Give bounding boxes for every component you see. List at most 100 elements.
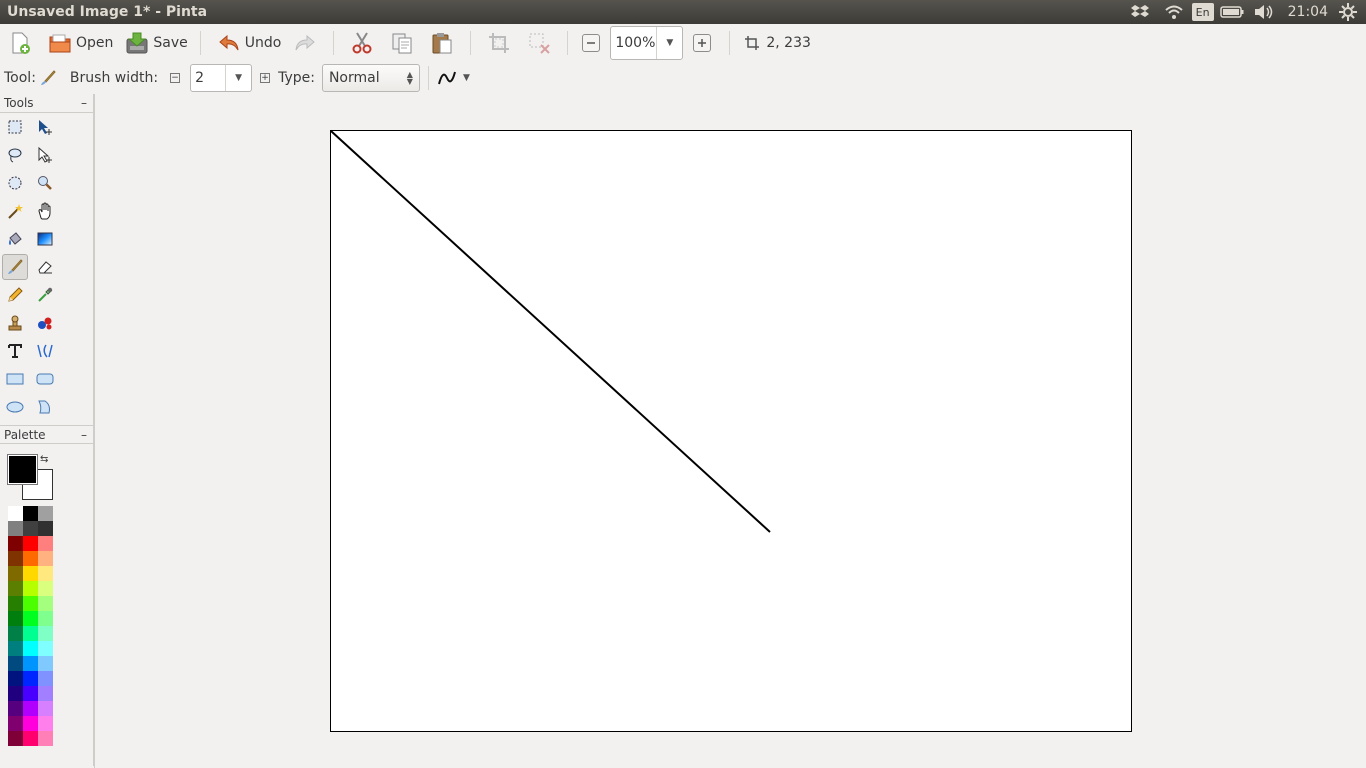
palette-swatch[interactable]: [23, 581, 38, 596]
palette-swatch[interactable]: [38, 656, 53, 671]
open-button[interactable]: Open: [44, 28, 117, 58]
palette-swatch[interactable]: [38, 551, 53, 566]
palette-swatch[interactable]: [8, 701, 23, 716]
palette-swatch[interactable]: [23, 611, 38, 626]
palette-swatch[interactable]: [8, 716, 23, 731]
palette-swatch[interactable]: [38, 641, 53, 656]
palette-swatch[interactable]: [8, 566, 23, 581]
brush-width-decrease-button[interactable]: −: [170, 73, 181, 83]
tools-panel-collapse-button[interactable]: –: [81, 96, 87, 110]
palette-swatch[interactable]: [8, 536, 23, 551]
rectangle-tool[interactable]: [2, 366, 28, 392]
palette-swatch[interactable]: [23, 596, 38, 611]
deselect-button[interactable]: [523, 28, 559, 58]
gradient-tool[interactable]: [32, 226, 58, 252]
save-button[interactable]: Save: [121, 28, 191, 58]
palette-swatch[interactable]: [8, 551, 23, 566]
palette-swatch[interactable]: [8, 671, 23, 686]
palette-swatch[interactable]: [8, 596, 23, 611]
copy-button[interactable]: [386, 28, 422, 58]
palette-swatch[interactable]: [38, 611, 53, 626]
palette-swatch[interactable]: [38, 596, 53, 611]
palette-swatch[interactable]: [23, 641, 38, 656]
eraser-tool[interactable]: [32, 254, 58, 280]
chevron-down-icon[interactable]: ▼: [656, 27, 682, 59]
rectangle-select-tool[interactable]: [2, 114, 28, 140]
antialiasing-button[interactable]: ▼: [437, 69, 470, 87]
zoom-combo[interactable]: 100% ▼: [610, 26, 684, 60]
move-selection-tool[interactable]: [32, 142, 58, 168]
pencil-tool[interactable]: [2, 282, 28, 308]
wifi-icon[interactable]: [1162, 0, 1186, 24]
palette-swatch[interactable]: [38, 581, 53, 596]
palette-swatch[interactable]: [23, 701, 38, 716]
color-picker-tool[interactable]: [32, 282, 58, 308]
ellipse-tool[interactable]: [2, 394, 28, 420]
line-curve-tool[interactable]: [32, 338, 58, 364]
palette-swatch[interactable]: [8, 686, 23, 701]
palette-swatch[interactable]: [38, 626, 53, 641]
palette-swatch[interactable]: [23, 731, 38, 746]
clone-stamp-tool[interactable]: [2, 310, 28, 336]
recolor-tool[interactable]: [32, 310, 58, 336]
image-canvas[interactable]: [330, 130, 1132, 732]
drawing-surface[interactable]: [331, 131, 1131, 731]
palette-swatch[interactable]: [8, 611, 23, 626]
palette-swatch[interactable]: [38, 536, 53, 551]
clock[interactable]: 21:04: [1288, 4, 1328, 20]
zoom-value[interactable]: 100%: [611, 35, 656, 51]
battery-icon[interactable]: [1219, 0, 1244, 24]
chevron-down-icon[interactable]: ▼: [225, 65, 251, 91]
palette-swatch[interactable]: [23, 716, 38, 731]
palette-swatch[interactable]: [8, 656, 23, 671]
lasso-select-tool[interactable]: [2, 142, 28, 168]
brush-type-select[interactable]: Normal ▲ ▼: [321, 64, 420, 92]
undo-button[interactable]: Undo: [213, 28, 286, 58]
paintbrush-tool[interactable]: [2, 254, 28, 280]
new-button[interactable]: [4, 28, 40, 58]
pan-tool[interactable]: [32, 198, 58, 224]
palette-swatch[interactable]: [38, 716, 53, 731]
palette-swatch[interactable]: [38, 686, 53, 701]
freeform-shape-tool[interactable]: [32, 394, 58, 420]
palette-swatch[interactable]: [8, 731, 23, 746]
palette-swatch[interactable]: [38, 731, 53, 746]
crop-to-selection-button[interactable]: [483, 28, 519, 58]
ellipse-select-tool[interactable]: [2, 170, 28, 196]
cut-button[interactable]: [346, 28, 382, 58]
palette-panel-collapse-button[interactable]: –: [81, 428, 87, 442]
paint-bucket-tool[interactable]: [2, 226, 28, 252]
palette-swatch[interactable]: [38, 506, 53, 521]
palette-swatch[interactable]: [38, 671, 53, 686]
palette-swatch[interactable]: [23, 506, 38, 521]
palette-swatch[interactable]: [23, 536, 38, 551]
palette-swatch[interactable]: [23, 566, 38, 581]
palette-swatch[interactable]: [8, 581, 23, 596]
palette-swatch[interactable]: [23, 521, 38, 536]
text-tool[interactable]: [2, 338, 28, 364]
paste-button[interactable]: [426, 28, 462, 58]
palette-swatch[interactable]: [38, 521, 53, 536]
swap-colors-icon[interactable]: ⇆: [40, 454, 48, 465]
canvas-viewport[interactable]: [96, 94, 1366, 768]
rounded-rectangle-tool[interactable]: [32, 366, 58, 392]
palette-swatch[interactable]: [23, 626, 38, 641]
dropbox-icon[interactable]: [1128, 0, 1152, 24]
palette-swatch[interactable]: [38, 701, 53, 716]
zoom-in-button[interactable]: [693, 34, 712, 52]
palette-swatch[interactable]: [23, 551, 38, 566]
palette-swatch[interactable]: [8, 641, 23, 656]
palette-swatch[interactable]: [8, 521, 23, 536]
brush-width-value[interactable]: 2: [191, 70, 225, 86]
palette-swatch[interactable]: [23, 656, 38, 671]
palette-swatch[interactable]: [38, 566, 53, 581]
magic-wand-tool[interactable]: [2, 198, 28, 224]
keyboard-layout-indicator[interactable]: En: [1191, 3, 1214, 21]
redo-button[interactable]: [289, 28, 325, 58]
zoom-tool[interactable]: [32, 170, 58, 196]
brush-width-increase-button[interactable]: +: [260, 73, 271, 83]
brush-width-combo[interactable]: 2 ▼: [190, 64, 253, 92]
palette-swatch[interactable]: [8, 506, 23, 521]
palette-swatch[interactable]: [23, 671, 38, 686]
zoom-out-button[interactable]: [582, 34, 601, 52]
